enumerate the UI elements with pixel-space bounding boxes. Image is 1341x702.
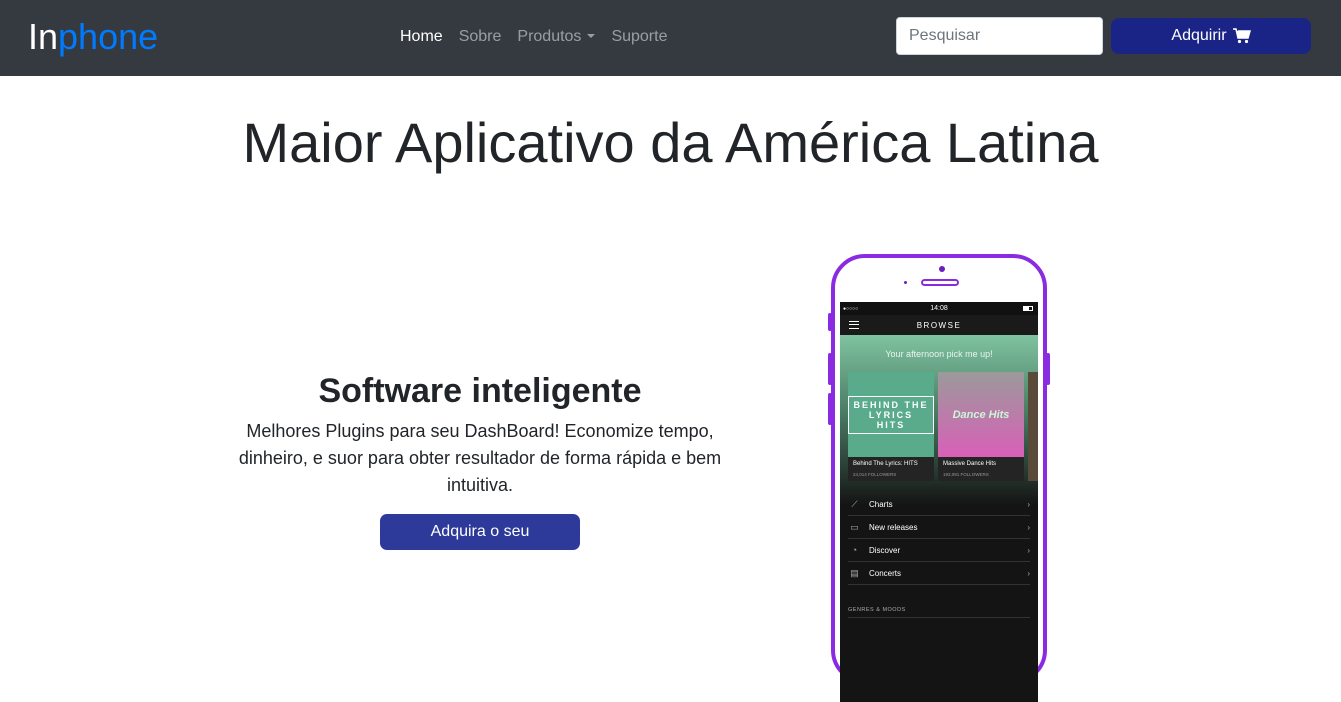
hero-description: Melhores Plugins para seu DashBoard! Eco…: [238, 421, 722, 495]
chevron-right-icon: ›: [1027, 568, 1030, 578]
cta-button[interactable]: Adquira o seu: [380, 514, 580, 550]
calendar-icon: ▭: [850, 521, 859, 532]
buy-button[interactable]: Adquirir: [1111, 18, 1311, 54]
list-item-new-releases[interactable]: ▭ New releases ›: [848, 516, 1030, 539]
chevron-right-icon: ›: [1027, 545, 1030, 555]
genres-heading: GENRES & MOODS: [848, 607, 1030, 618]
menu-icon[interactable]: [849, 321, 859, 329]
playlist-card[interactable]: BEHIND THE LYRICS HITS Behind The Lyrics:…: [848, 372, 934, 481]
phone-mockup: ●○○○○ 14:08 BROWSE Your afternoon pick me…: [828, 254, 1050, 702]
playlist-card[interactable]: Dance Hits Massive Dance Hits 193,091 FOLL…: [938, 372, 1024, 481]
search-input[interactable]: [896, 17, 1103, 55]
list-item-discover[interactable]: ◔ Discover ›: [848, 539, 1030, 562]
page-title: Maior Aplicativo da América Latina: [242, 111, 1099, 174]
hero-subtitle: Software inteligente: [318, 372, 642, 410]
list-item-concerts[interactable]: ▤ Concerts ›: [848, 562, 1030, 585]
brand-logo[interactable]: Inphone: [28, 16, 158, 58]
list-item-charts[interactable]: ⟋ Charts ›: [848, 493, 1030, 516]
nav-home[interactable]: Home: [400, 27, 443, 47]
signal-icon: ●○○○○: [843, 305, 859, 312]
nav-sobre[interactable]: Sobre: [459, 27, 502, 47]
nav-produtos-dropdown[interactable]: Produtos: [517, 27, 596, 47]
battery-icon: [1023, 306, 1033, 311]
nav-suporte[interactable]: Suporte: [611, 27, 667, 47]
phone-screen: ●○○○○ 14:08 BROWSE Your afternoon pick me…: [840, 302, 1038, 702]
discover-icon: ◔: [851, 545, 858, 555]
cart-icon: [1232, 28, 1251, 44]
ticket-icon: ▤: [850, 567, 859, 578]
chevron-right-icon: ›: [1027, 522, 1030, 532]
camera-icon: [939, 266, 945, 272]
navbar: Inphone Home Sobre Produtos Suporte Adqu…: [0, 0, 1341, 76]
hero-section: Software inteligente Melhores Plugins pa…: [230, 370, 730, 550]
playlist-card[interactable]: [1028, 372, 1038, 481]
caret-down-icon: [587, 34, 596, 38]
chart-icon: ⟋: [851, 498, 858, 509]
chevron-right-icon: ›: [1027, 499, 1030, 509]
speaker-icon: [921, 279, 959, 286]
